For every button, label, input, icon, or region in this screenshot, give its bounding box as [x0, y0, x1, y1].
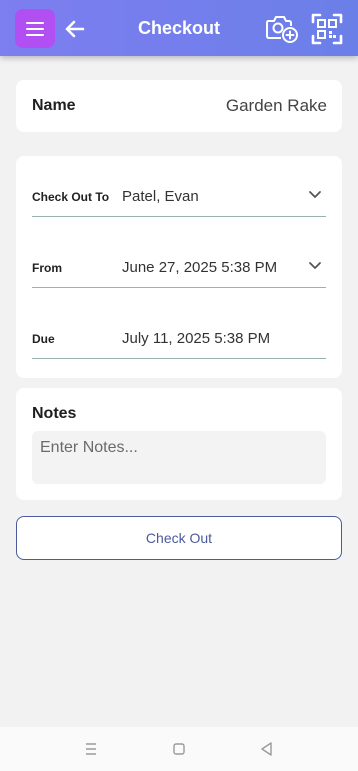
chevron-down-icon	[309, 262, 321, 269]
system-navigation-bar	[0, 727, 358, 771]
due-value: July 11, 2025 5:38 PM	[122, 330, 271, 347]
check-out-to-value: Patel, Evan	[122, 188, 199, 205]
checkout-details-card: Check Out To Patel, Evan From June 27, 2…	[16, 156, 342, 378]
due-date-field[interactable]: Due July 11, 2025 5:38 PM	[32, 318, 326, 359]
notes-title: Notes	[32, 405, 77, 422]
from-value: June 27, 2025 5:38 PM	[122, 259, 278, 276]
qr-scan-icon	[311, 13, 343, 45]
add-photo-button[interactable]	[265, 12, 299, 44]
from-date-select[interactable]: From June 27, 2025 5:38 PM	[32, 247, 326, 288]
name-card: Name Garden Rake	[16, 80, 342, 132]
notes-card: Notes	[16, 388, 342, 500]
home-icon	[173, 743, 185, 755]
check-out-to-label: Check Out To	[32, 190, 110, 204]
system-back-button[interactable]	[257, 739, 277, 759]
name-label: Name	[32, 97, 76, 114]
from-label: From	[32, 261, 62, 275]
camera-add-icon	[266, 16, 298, 43]
recent-apps-icon	[86, 743, 96, 755]
notes-input[interactable]	[32, 431, 326, 484]
chevron-down-icon	[309, 191, 321, 198]
due-label: Due	[32, 332, 55, 346]
back-triangle-icon	[261, 742, 272, 756]
check-out-to-select[interactable]: Check Out To Patel, Evan	[32, 176, 326, 217]
name-value: Garden Rake	[225, 96, 327, 115]
home-button[interactable]	[169, 739, 189, 759]
check-out-button[interactable]: Check Out	[16, 516, 342, 560]
recent-apps-button[interactable]	[81, 739, 101, 759]
app-header: Checkout	[0, 0, 358, 56]
scan-button[interactable]	[311, 13, 343, 45]
page-title: Checkout	[137, 18, 220, 38]
